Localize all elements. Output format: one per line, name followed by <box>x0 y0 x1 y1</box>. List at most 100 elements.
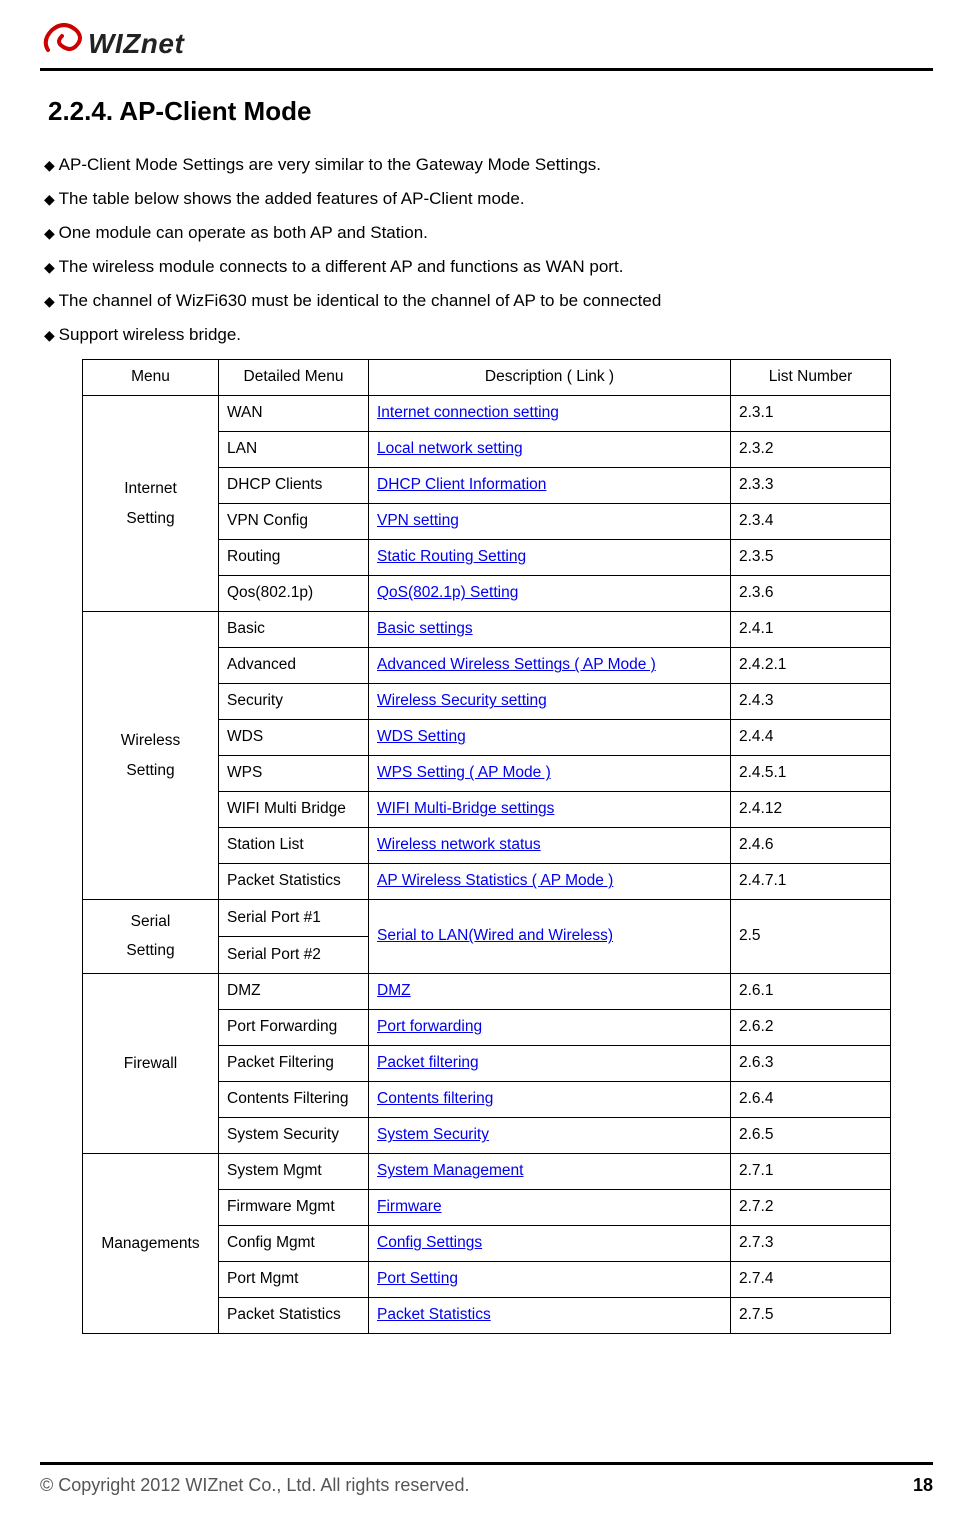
list-number-cell: 2.4.1 <box>731 612 891 648</box>
detailed-menu-cell: System Mgmt <box>219 1153 369 1189</box>
description-link[interactable]: Wireless network status <box>377 836 541 853</box>
table-row: FirewallDMZDMZ2.6.1 <box>83 973 891 1009</box>
list-number-cell: 2.4.5.1 <box>731 756 891 792</box>
feature-table: Menu Detailed Menu Description ( Link ) … <box>82 359 891 1334</box>
table-row: WirelessSettingBasicBasic settings2.4.1 <box>83 612 891 648</box>
description-cell: WDS Setting <box>369 720 731 756</box>
description-cell: System Management <box>369 1153 731 1189</box>
detailed-menu-cell: Serial Port #1 <box>219 900 369 937</box>
detailed-menu-cell: Packet Statistics <box>219 864 369 900</box>
description-link[interactable]: Contents filtering <box>377 1090 493 1107</box>
description-link[interactable]: Port forwarding <box>377 1018 482 1035</box>
description-cell: Static Routing Setting <box>369 540 731 576</box>
description-cell: WPS Setting ( AP Mode ) <box>369 756 731 792</box>
list-number-cell: 2.3.6 <box>731 576 891 612</box>
description-link[interactable]: QoS(802.1p) Setting <box>377 584 518 601</box>
description-link[interactable]: Basic settings <box>377 620 473 637</box>
list-number-cell: 2.6.1 <box>731 973 891 1009</box>
table-row: ManagementsSystem MgmtSystem Management2… <box>83 1153 891 1189</box>
description-link[interactable]: Port Setting <box>377 1270 458 1287</box>
detailed-menu-cell: WDS <box>219 720 369 756</box>
description-cell: Packet Statistics <box>369 1297 731 1333</box>
list-number-cell: 2.4.7.1 <box>731 864 891 900</box>
description-link[interactable]: WDS Setting <box>377 728 466 745</box>
list-number-cell: 2.6.4 <box>731 1081 891 1117</box>
description-link[interactable]: System Security <box>377 1126 489 1143</box>
description-link[interactable]: DMZ <box>377 982 411 999</box>
list-number-cell: 2.4.3 <box>731 684 891 720</box>
description-cell: System Security <box>369 1117 731 1153</box>
list-number-cell: 2.4.6 <box>731 828 891 864</box>
detailed-menu-cell: Firmware Mgmt <box>219 1189 369 1225</box>
list-number-cell: 2.3.2 <box>731 432 891 468</box>
description-cell: Packet filtering <box>369 1045 731 1081</box>
detailed-menu-cell: Security <box>219 684 369 720</box>
description-link[interactable]: Internet connection setting <box>377 404 559 421</box>
list-number-cell: 2.6.5 <box>731 1117 891 1153</box>
description-link[interactable]: Packet Statistics <box>377 1306 491 1323</box>
list-number-cell: 2.4.2.1 <box>731 648 891 684</box>
detailed-menu-cell: DHCP Clients <box>219 468 369 504</box>
description-link[interactable]: VPN setting <box>377 512 459 529</box>
detailed-menu-cell: Config Mgmt <box>219 1225 369 1261</box>
description-cell: DHCP Client Information <box>369 468 731 504</box>
description-link[interactable]: Serial to LAN(Wired and Wireless) <box>377 927 613 944</box>
detailed-menu-cell: VPN Config <box>219 504 369 540</box>
description-link[interactable]: Local network setting <box>377 440 523 457</box>
description-cell: Wireless Security setting <box>369 684 731 720</box>
logo-text: WIZnet <box>88 28 184 60</box>
menu-cell: InternetSetting <box>83 396 219 612</box>
menu-cell: Firewall <box>83 973 219 1153</box>
description-link[interactable]: Packet filtering <box>377 1054 479 1071</box>
description-link[interactable]: Advanced Wireless Settings ( AP Mode ) <box>377 656 656 673</box>
list-number-cell: 2.3.5 <box>731 540 891 576</box>
description-link[interactable]: Wireless Security setting <box>377 692 547 709</box>
list-number-cell: 2.7.3 <box>731 1225 891 1261</box>
description-link[interactable]: Firmware <box>377 1198 442 1215</box>
detailed-menu-cell: System Security <box>219 1117 369 1153</box>
table-row: InternetSettingWANInternet connection se… <box>83 396 891 432</box>
detailed-menu-cell: WAN <box>219 396 369 432</box>
description-cell: DMZ <box>369 973 731 1009</box>
description-link[interactable]: WPS Setting ( AP Mode ) <box>377 764 551 781</box>
description-link[interactable]: Static Routing Setting <box>377 548 526 565</box>
description-cell: Port forwarding <box>369 1009 731 1045</box>
description-cell: Config Settings <box>369 1225 731 1261</box>
page-header: WIZnet <box>40 20 933 71</box>
col-desc: Description ( Link ) <box>369 360 731 396</box>
description-link[interactable]: Config Settings <box>377 1234 482 1251</box>
menu-cell: WirelessSetting <box>83 612 219 900</box>
list-number-cell: 2.7.2 <box>731 1189 891 1225</box>
description-cell: Serial to LAN(Wired and Wireless) <box>369 900 731 974</box>
page-footer: © Copyright 2012 WIZnet Co., Ltd. All ri… <box>40 1462 933 1496</box>
col-menu: Menu <box>83 360 219 396</box>
section-title: 2.2.4. AP-Client Mode <box>48 96 933 127</box>
detailed-menu-cell: Serial Port #2 <box>219 936 369 973</box>
logo: WIZnet <box>40 20 933 60</box>
description-link[interactable]: System Management <box>377 1162 523 1179</box>
list-number-cell: 2.4.4 <box>731 720 891 756</box>
description-link[interactable]: AP Wireless Statistics ( AP Mode ) <box>377 872 613 889</box>
bullet-item: One module can operate as both AP and St… <box>40 223 933 243</box>
detailed-menu-cell: LAN <box>219 432 369 468</box>
list-number-cell: 2.3.4 <box>731 504 891 540</box>
detailed-menu-cell: Contents Filtering <box>219 1081 369 1117</box>
description-cell: WIFI Multi-Bridge settings <box>369 792 731 828</box>
description-link[interactable]: DHCP Client Information <box>377 476 546 493</box>
col-detailed: Detailed Menu <box>219 360 369 396</box>
list-number-cell: 2.6.2 <box>731 1009 891 1045</box>
description-cell: QoS(802.1p) Setting <box>369 576 731 612</box>
detailed-menu-cell: Routing <box>219 540 369 576</box>
bullet-item: AP-Client Mode Settings are very similar… <box>40 155 933 175</box>
list-number-cell: 2.5 <box>731 900 891 974</box>
detailed-menu-cell: Packet Filtering <box>219 1045 369 1081</box>
description-cell: Local network setting <box>369 432 731 468</box>
bullet-item: The table below shows the added features… <box>40 189 933 209</box>
detailed-menu-cell: WPS <box>219 756 369 792</box>
list-number-cell: 2.6.3 <box>731 1045 891 1081</box>
description-cell: Advanced Wireless Settings ( AP Mode ) <box>369 648 731 684</box>
description-link[interactable]: WIFI Multi-Bridge settings <box>377 800 554 817</box>
table-header-row: Menu Detailed Menu Description ( Link ) … <box>83 360 891 396</box>
list-number-cell: 2.7.1 <box>731 1153 891 1189</box>
description-cell: Internet connection setting <box>369 396 731 432</box>
